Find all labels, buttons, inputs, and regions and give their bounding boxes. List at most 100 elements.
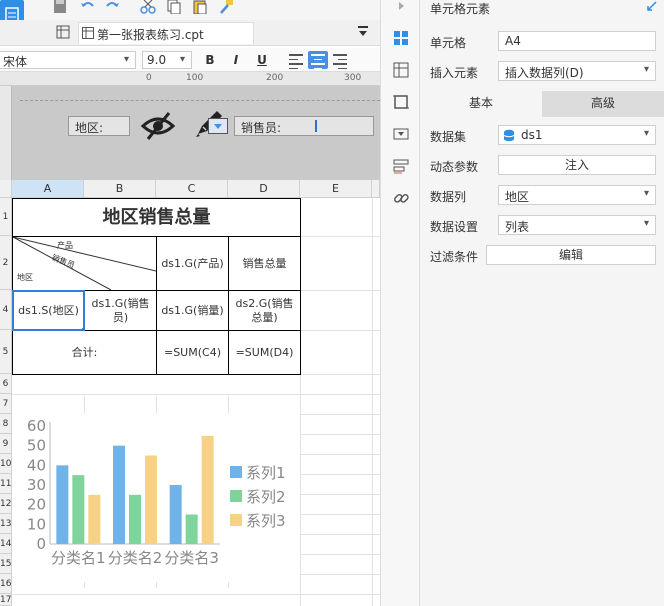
insert-element-select[interactable]: 插入数据列(D) ▾ — [498, 61, 656, 81]
bar — [169, 485, 182, 544]
row-header[interactable]: 6 — [0, 374, 12, 394]
column-header-e[interactable]: E — [300, 180, 372, 198]
font-size-value: 9.0 — [147, 53, 167, 67]
cell-d4[interactable]: ds2.G(销售总量) — [229, 291, 301, 331]
report-file-icon — [82, 27, 94, 42]
row-header[interactable]: 10 — [0, 454, 12, 474]
column-header-f[interactable] — [372, 180, 380, 198]
underline-button[interactable]: U — [252, 51, 272, 69]
x-tick-label: 分类名2 — [108, 549, 163, 567]
salesman-field[interactable]: 销售员: — [234, 116, 374, 136]
dataset-select[interactable]: ds1 ▾ — [498, 125, 656, 145]
condition-attribute-icon[interactable] — [393, 158, 409, 174]
row-header[interactable]: 5 — [0, 330, 12, 374]
bar-chart[interactable]: 0 10 20 30 40 50 60 分类名1 分类名2 分类名3 系列1 系列2 系列3 — [12, 414, 300, 582]
font-size-select[interactable]: 9.0 ▾ — [142, 51, 192, 69]
column-header-b[interactable]: B — [84, 180, 156, 198]
widget-setting-icon[interactable] — [393, 94, 409, 110]
hyperlink-panel-icon[interactable] — [393, 126, 409, 142]
tab-basic[interactable]: 基本 — [420, 91, 542, 117]
cell-input[interactable]: A4 — [498, 31, 656, 51]
bar-chart-svg: 0 1020 30 4050 60 分类名1 分类名2 分类名3 系列1 系列2 系列3 — [27, 417, 286, 567]
filter-edit-button[interactable]: 编辑 — [486, 245, 656, 265]
cut-icon[interactable] — [140, 0, 156, 14]
filter-label: 过滤条件 — [430, 250, 479, 264]
chevron-down-icon: ▾ — [179, 54, 185, 65]
collapse-panel-icon[interactable] — [646, 0, 658, 15]
data-column-select[interactable]: 地区 ▾ — [498, 185, 656, 205]
grid-view-icon[interactable] — [56, 25, 70, 39]
y-tick-label: 30 — [27, 476, 46, 494]
header-product: 产品 — [57, 241, 73, 250]
align-right-button[interactable] — [330, 51, 350, 69]
row-header[interactable]: 16 — [0, 574, 12, 594]
cell-attribute-icon[interactable] — [393, 62, 409, 78]
cell-a5[interactable]: 合计: — [13, 331, 157, 375]
cell-input-value: A4 — [505, 34, 521, 48]
italic-button[interactable]: I — [226, 51, 246, 69]
cell-b4[interactable]: ds1.G(销售员) — [85, 291, 157, 331]
insert-element-label: 插入元素 — [430, 66, 479, 80]
bold-button[interactable]: B — [200, 51, 220, 69]
cell-d5[interactable]: =SUM(D4) — [229, 331, 301, 375]
row-header[interactable]: 2 — [0, 236, 12, 290]
row-header[interactable]: 9 — [0, 434, 12, 454]
redo-icon[interactable] — [104, 0, 120, 14]
row-header[interactable]: 12 — [0, 494, 12, 514]
y-tick-label: 20 — [27, 496, 46, 514]
spreadsheet: A B C D E 1 2 4 5 6 7 8 9 10 11 12 13 14… — [0, 180, 380, 606]
legend-label: 系列2 — [246, 488, 286, 506]
gridline — [12, 394, 380, 395]
main-toolbar — [0, 0, 380, 34]
collapse-arrow-icon[interactable] — [393, 0, 409, 16]
row-header[interactable]: 17 — [0, 594, 12, 606]
cell-c5[interactable]: =SUM(C4) — [157, 331, 229, 375]
inject-button[interactable]: 注入 — [498, 155, 656, 175]
undo-icon[interactable] — [80, 0, 96, 14]
column-header-d[interactable]: D — [228, 180, 300, 198]
dock-menu-icon[interactable] — [356, 25, 370, 39]
ruler: 0 100 200 300 — [0, 72, 380, 86]
cell-element-icon[interactable] — [393, 30, 409, 46]
row-header[interactable]: 1 — [0, 198, 12, 236]
tab-advanced[interactable]: 高级 — [542, 91, 664, 117]
row-header[interactable]: 13 — [0, 514, 12, 534]
insert-element-value: 插入数据列(D) — [505, 66, 584, 80]
slash-header-cell[interactable]: 产品 销售员 地区 — [13, 237, 157, 291]
region-label-text: 地区: — [75, 121, 104, 135]
tab-report-file[interactable]: 第一张报表练习.cpt — [78, 22, 254, 44]
column-header-c[interactable]: C — [156, 180, 228, 198]
row-header[interactable]: 4 — [0, 290, 12, 330]
report-title[interactable]: 地区销售总量 — [13, 199, 301, 237]
align-left-button[interactable] — [286, 51, 306, 69]
cell-a4[interactable]: ds1.S(地区) — [12, 290, 87, 333]
legend-label: 系列1 — [246, 464, 286, 482]
align-center-button[interactable] — [308, 51, 328, 69]
format-painter-icon[interactable] — [218, 0, 234, 14]
combo-dropdown-button[interactable] — [208, 118, 228, 134]
dataset-value: ds1 — [521, 128, 543, 142]
chevron-down-icon: ▾ — [643, 64, 649, 75]
copy-icon[interactable] — [166, 0, 182, 15]
cell-c2[interactable]: ds1.G(产品) — [157, 237, 229, 291]
font-family-select[interactable]: 宋体 ▾ — [0, 51, 136, 69]
x-tick-label: 分类名3 — [164, 549, 219, 567]
row-header[interactable]: 14 — [0, 534, 12, 554]
eye-off-icon[interactable] — [140, 108, 176, 144]
row-header[interactable]: 15 — [0, 554, 12, 574]
font-family-value: 宋体 — [3, 55, 28, 69]
cell-c4[interactable]: ds1.G(销量) — [157, 291, 229, 331]
row-header[interactable]: 7 — [0, 394, 12, 414]
save-icon[interactable] — [52, 0, 68, 14]
sheet-corner[interactable] — [0, 180, 12, 198]
column-header-a[interactable]: A — [12, 180, 84, 198]
paste-icon[interactable] — [192, 0, 208, 15]
bar — [113, 445, 125, 544]
row-header[interactable]: 11 — [0, 474, 12, 494]
link-icon[interactable] — [393, 190, 409, 206]
ruler-mark: 200 — [266, 73, 284, 83]
data-setting-select[interactable]: 列表 ▾ — [498, 215, 656, 235]
cell-d2[interactable]: 销售总量 — [229, 237, 301, 291]
row-header[interactable]: 8 — [0, 414, 12, 434]
legend-label: 系列3 — [246, 512, 286, 530]
